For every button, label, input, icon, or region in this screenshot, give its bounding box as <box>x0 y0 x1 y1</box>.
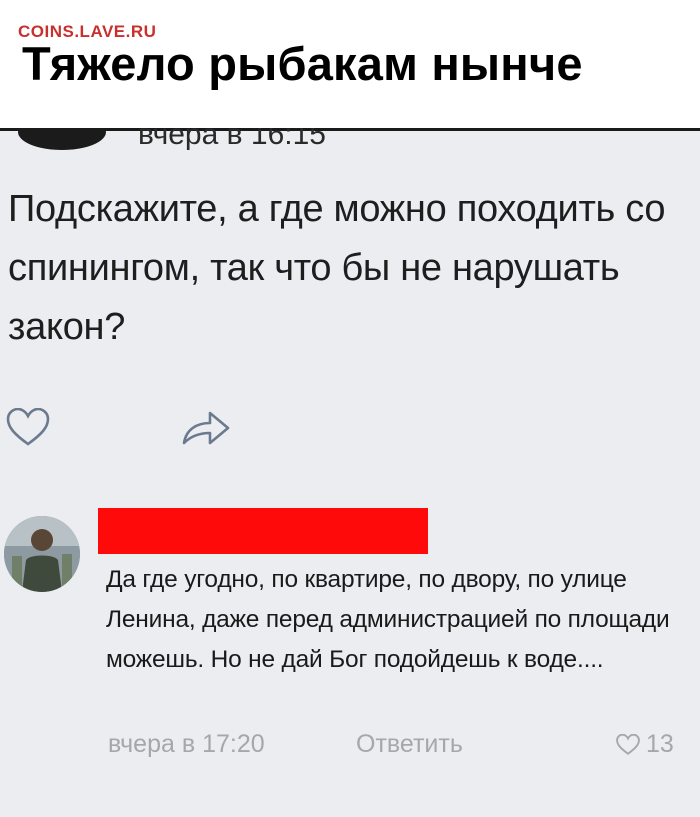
person-photo <box>4 516 80 592</box>
commenter-avatar[interactable] <box>4 516 80 592</box>
comment-like-count: 13 <box>646 730 674 758</box>
reply-button[interactable]: Ответить <box>356 730 463 759</box>
redacted-author-name <box>98 508 428 554</box>
heart-icon[interactable] <box>6 408 50 448</box>
share-arrow-icon[interactable] <box>180 408 232 448</box>
heart-icon <box>616 733 640 755</box>
comment-timestamp: вчера в 17:20 <box>108 730 265 758</box>
meme-title: Тяжело рыбакам нынче <box>22 37 583 90</box>
comment-like-button[interactable]: 13 <box>616 730 674 759</box>
phone-screen: вчера в 16:15 Подскажите, а где можно по… <box>0 128 700 817</box>
comment: Да где угодно, по квартире, по двору, по… <box>0 508 700 817</box>
post-timestamp: вчера в 16:15 <box>138 128 326 151</box>
post-body: Подскажите, а где можно походить со спин… <box>8 188 666 348</box>
post-author-avatar[interactable] <box>18 128 106 150</box>
comment-body: Да где угодно, по квартире, по двору, по… <box>106 566 670 673</box>
meme-header: COINS.LAVE.RU Тяжело рыбакам нынче <box>0 0 700 128</box>
